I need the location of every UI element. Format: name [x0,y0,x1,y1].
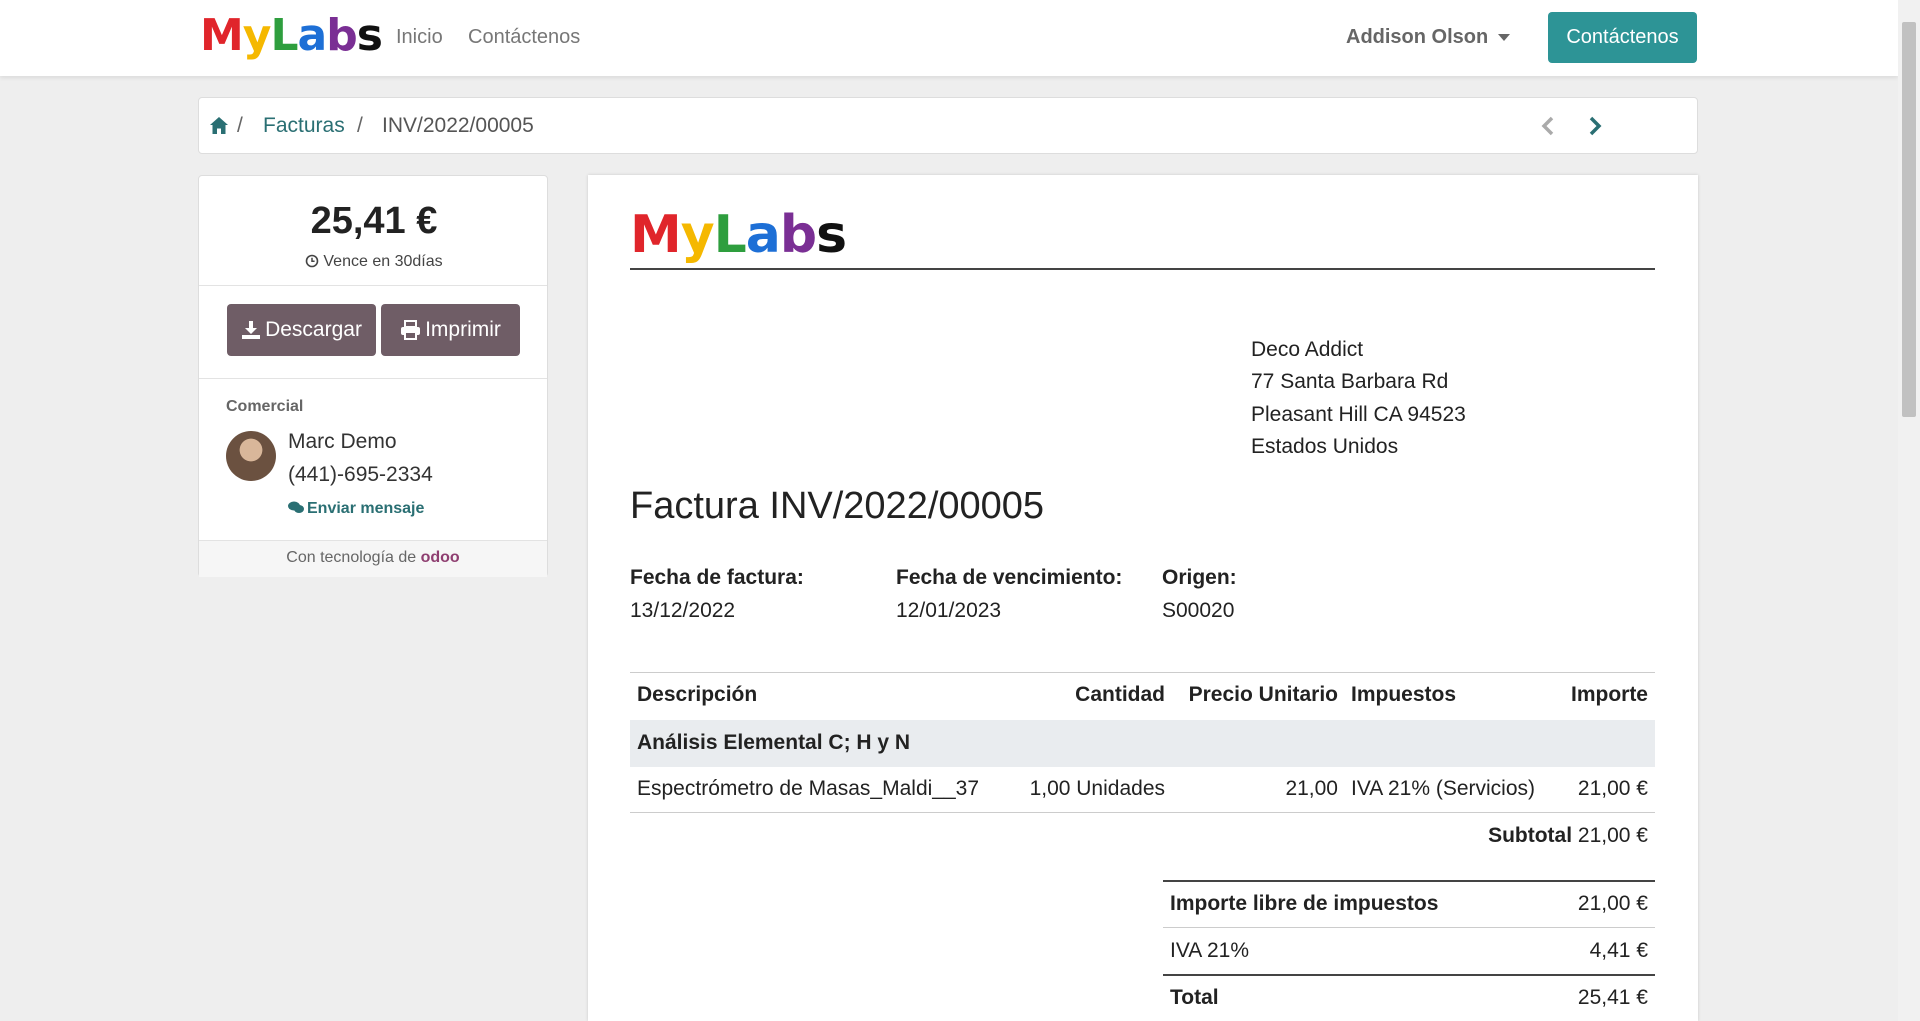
invoice-title: Factura INV/2022/00005 [630,485,1045,527]
powered-by-text: Con tecnología de [286,549,417,566]
row-divider [630,812,1655,813]
invoice-summary-card: 25,41 € Vence en 30días Descargar Imprim… [198,175,548,577]
total-label: Total [1170,986,1219,1009]
invoice-document: MyLabs Deco Addict 77 Santa Barbara Rd P… [588,175,1698,1021]
breadcrumb-current: INV/2022/00005 [382,114,534,137]
powered-by: Con tecnología de odoo [199,540,547,577]
logo-letter: b [326,10,357,61]
logo-letter: y [680,205,715,265]
breadcrumb-separator: / [357,114,363,137]
totals-divider [1163,974,1655,976]
section-name: Análisis Elemental C; H y N [637,731,911,754]
salesperson-label: Comercial [226,398,304,415]
line-unit-price: 21,00 [1285,777,1338,800]
home-icon[interactable] [209,116,229,135]
contact-button[interactable]: Contáctenos [1548,12,1697,63]
invoice-logo: MyLabs [630,205,847,265]
logo-letter: a [745,205,781,265]
line-description: Espectrómetro de Masas_Maldi__37 [637,777,980,800]
customer-city: Pleasant Hill CA 94523 [1251,403,1466,426]
due-info: Vence en 30días [199,253,549,271]
salesperson-phone: (441)-695-2334 [288,463,433,486]
header-rule [630,268,1655,270]
invoice-date: 13/12/2022 [630,599,736,622]
line-quantity: 1,00 Unidades [1029,777,1165,800]
logo-letter: s [356,10,383,61]
totals-divider [1163,927,1655,928]
next-record-button[interactable] [1580,110,1610,142]
download-icon [242,321,261,339]
column-header-description: Descripción [637,683,758,706]
user-menu[interactable]: Addison Olson [1346,26,1511,49]
origin-value: S00020 [1162,599,1235,622]
tax-label: IVA 21% [1170,939,1249,962]
salesperson-avatar [226,431,276,481]
odoo-logo[interactable]: odoo [421,549,460,566]
divider [199,378,547,379]
section-row: Análisis Elemental C; H y N [630,720,1655,767]
line-amount: 21,00 € [1577,777,1648,800]
nav-link-home[interactable]: Inicio [396,26,443,49]
subtotal-value: 21,00 € [1577,824,1648,847]
salesperson-name: Marc Demo [288,430,397,453]
subtotal-label: Subtotal [1488,824,1573,847]
logo-letter: y [242,10,272,61]
divider [199,285,547,286]
send-message-link[interactable]: Enviar mensaje [288,500,424,518]
column-header-quantity: Cantidad [1075,683,1165,706]
due-date: 12/01/2023 [896,599,1002,622]
send-message-label: Enviar mensaje [307,500,425,517]
breadcrumb: / Facturas / INV/2022/00005 [198,97,1698,154]
untaxed-label: Importe libre de impuestos [1170,892,1439,915]
caret-down-icon [1498,34,1511,42]
breadcrumb-separator: / [237,114,243,137]
due-date-label: Fecha de vencimiento: [896,566,1123,589]
logo-letter: a [297,10,328,61]
chat-icon [288,501,304,513]
clock-icon [306,254,319,268]
customer-name: Deco Addict [1251,338,1364,361]
print-icon [401,320,421,340]
due-text: Vence en 30días [323,253,443,270]
breadcrumb-invoices[interactable]: Facturas [263,114,345,138]
logo-letter: M [200,10,244,61]
print-button[interactable]: Imprimir [381,304,520,356]
total-value: 25,41 € [1577,986,1648,1009]
logo-letter: M [630,205,682,265]
scrollbar-thumb[interactable] [1902,22,1916,417]
column-header-unit-price: Precio Unitario [1188,683,1338,706]
untaxed-value: 21,00 € [1577,892,1648,915]
page-scrollbar[interactable] [1898,0,1920,1021]
logo-letter: b [779,205,817,265]
invoice-date-label: Fecha de factura: [630,566,804,589]
customer-street: 77 Santa Barbara Rd [1251,370,1449,393]
column-header-taxes: Impuestos [1351,683,1457,706]
tax-value: 4,41 € [1589,939,1648,962]
chevron-right-icon [1589,116,1602,136]
totals-top-border [1163,880,1655,882]
previous-record-button[interactable] [1533,110,1563,142]
top-navbar: MyLabs Inicio Contáctenos Addison Olson … [0,0,1898,76]
user-name: Addison Olson [1346,26,1489,48]
column-header-amount: Importe [1570,683,1648,706]
print-label: Imprimir [425,318,501,341]
customer-country: Estados Unidos [1251,435,1399,458]
logo-letter: L [713,205,747,265]
nav-link-contact[interactable]: Contáctenos [468,26,580,49]
download-label: Descargar [265,318,362,341]
chevron-left-icon [1541,116,1554,136]
logo-letter: L [270,10,298,61]
logo-letter: s [816,205,847,265]
download-button[interactable]: Descargar [227,304,376,356]
subtotal: Subtotal 21,00 € [1288,824,1648,848]
brand-logo[interactable]: MyLabs [200,10,383,61]
table-top-border [630,672,1655,673]
amount-due: 25,41 € [310,200,438,242]
origin-label: Origen: [1162,566,1237,589]
